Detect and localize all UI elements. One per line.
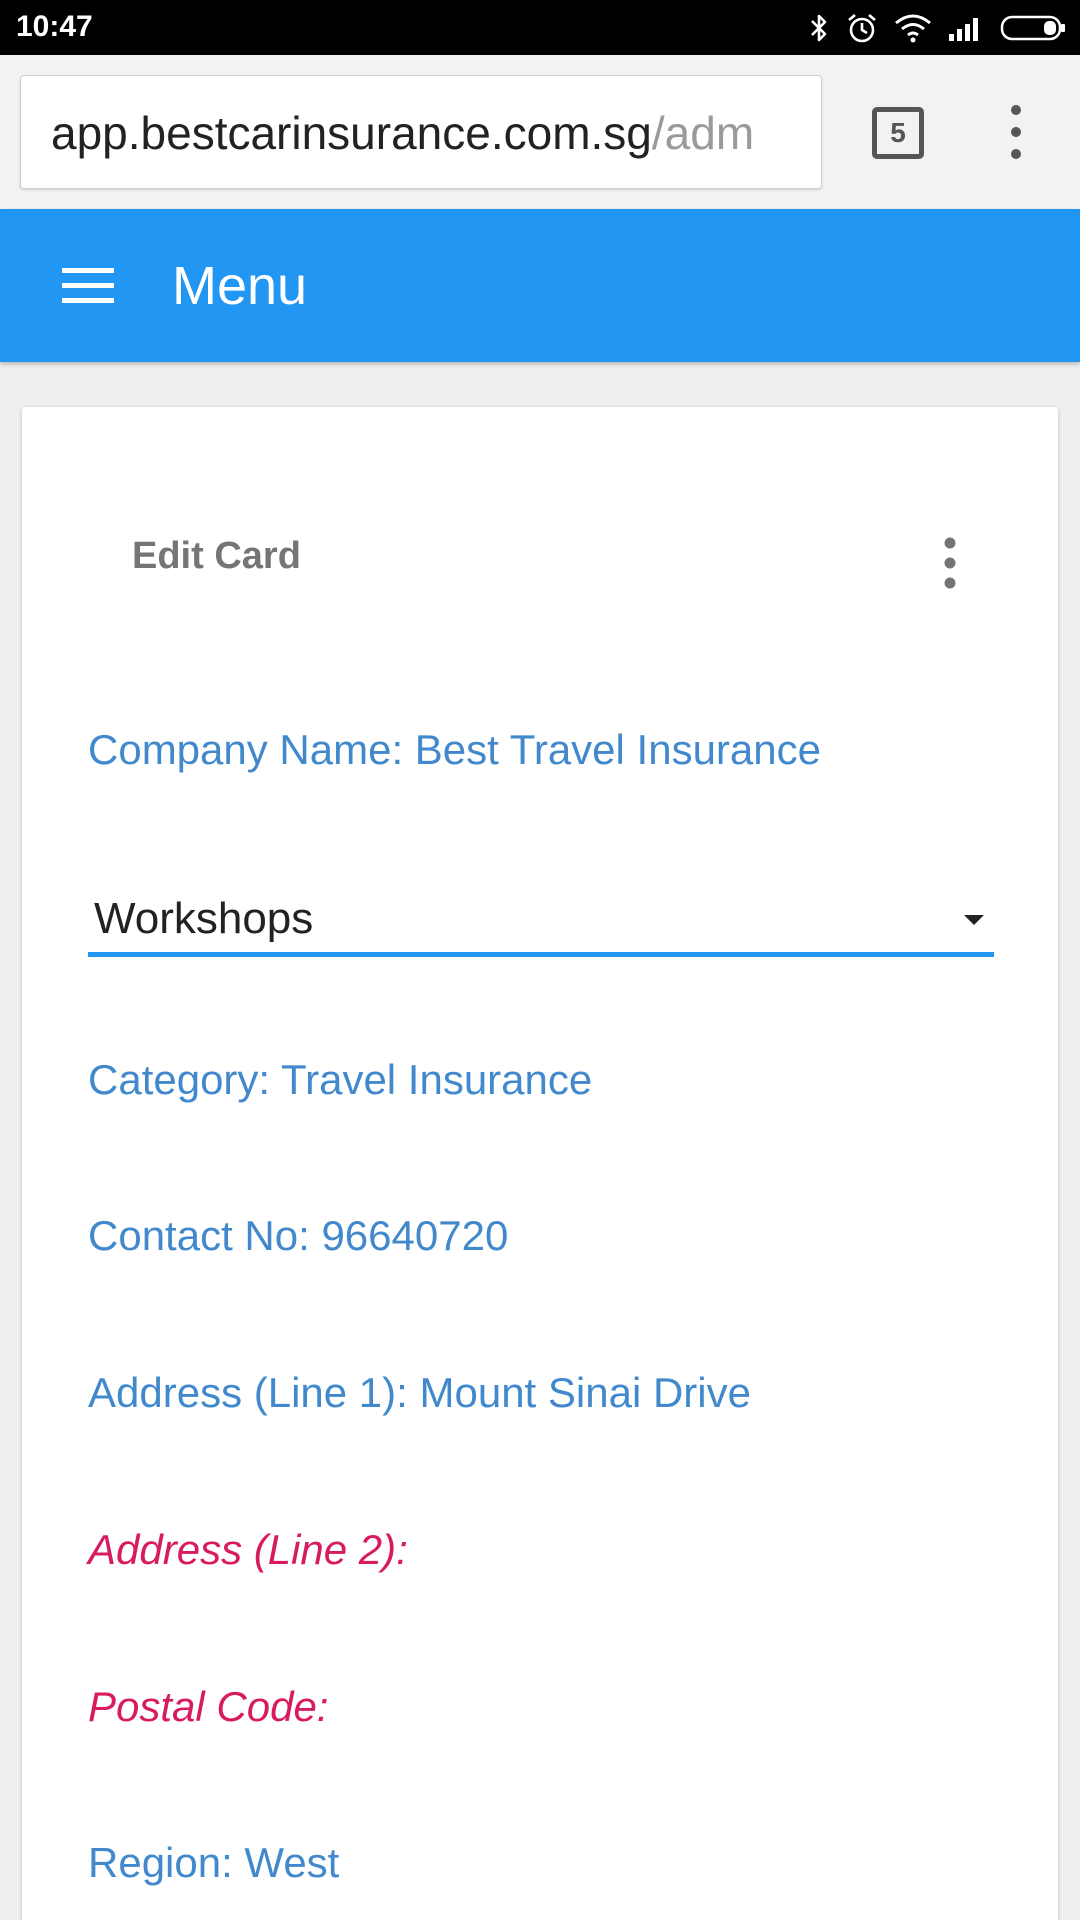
app-title[interactable]: Menu <box>172 255 307 317</box>
chevron-down-icon <box>964 915 984 925</box>
url-host: app.bestcarinsurance.com.sg <box>51 107 652 159</box>
status-icons <box>808 8 1066 48</box>
alarm-icon <box>848 14 876 43</box>
browser-menu-icon[interactable] <box>998 100 1034 164</box>
wifi-icon <box>895 14 931 43</box>
contact-field: Contact No: 96640720 <box>88 1212 509 1259</box>
hamburger-menu-icon[interactable] <box>62 266 114 306</box>
select-value: Workshops <box>94 894 314 943</box>
postal-code-field: Postal Code: <box>88 1683 329 1730</box>
url-path: /adm <box>651 107 755 159</box>
bluetooth-icon <box>811 14 827 42</box>
battery-icon <box>1000 15 1065 41</box>
browser-toolbar: app.bestcarinsurance.com.sg/adm 5 <box>0 55 1080 209</box>
url-bar[interactable]: app.bestcarinsurance.com.sg/adm <box>20 75 822 189</box>
signal-icon <box>949 18 978 41</box>
region-field: Region: West <box>88 1839 340 1886</box>
url-text: app.bestcarinsurance.com.sg/adm <box>51 106 754 160</box>
app-bar: Menu <box>0 209 1080 362</box>
address-line1-field: Address (Line 1): Mount Sinai Drive <box>88 1369 751 1416</box>
card-title: Edit Card <box>132 535 301 577</box>
company-name-field: Company Name: Best Travel Insurance <box>88 726 821 773</box>
status-bar: 10:47 <box>0 0 1080 55</box>
address-line2-field: Address (Line 2): <box>88 1526 408 1573</box>
card-type-select[interactable]: Workshops <box>88 887 994 957</box>
category-field: Category: Travel Insurance <box>88 1056 593 1103</box>
card-more-options-icon[interactable] <box>936 535 964 591</box>
status-time: 10:47 <box>16 10 93 43</box>
tab-switcher-button[interactable]: 5 <box>872 107 924 159</box>
edit-card: Edit Card Company Name: Best Travel Insu… <box>22 407 1058 1920</box>
